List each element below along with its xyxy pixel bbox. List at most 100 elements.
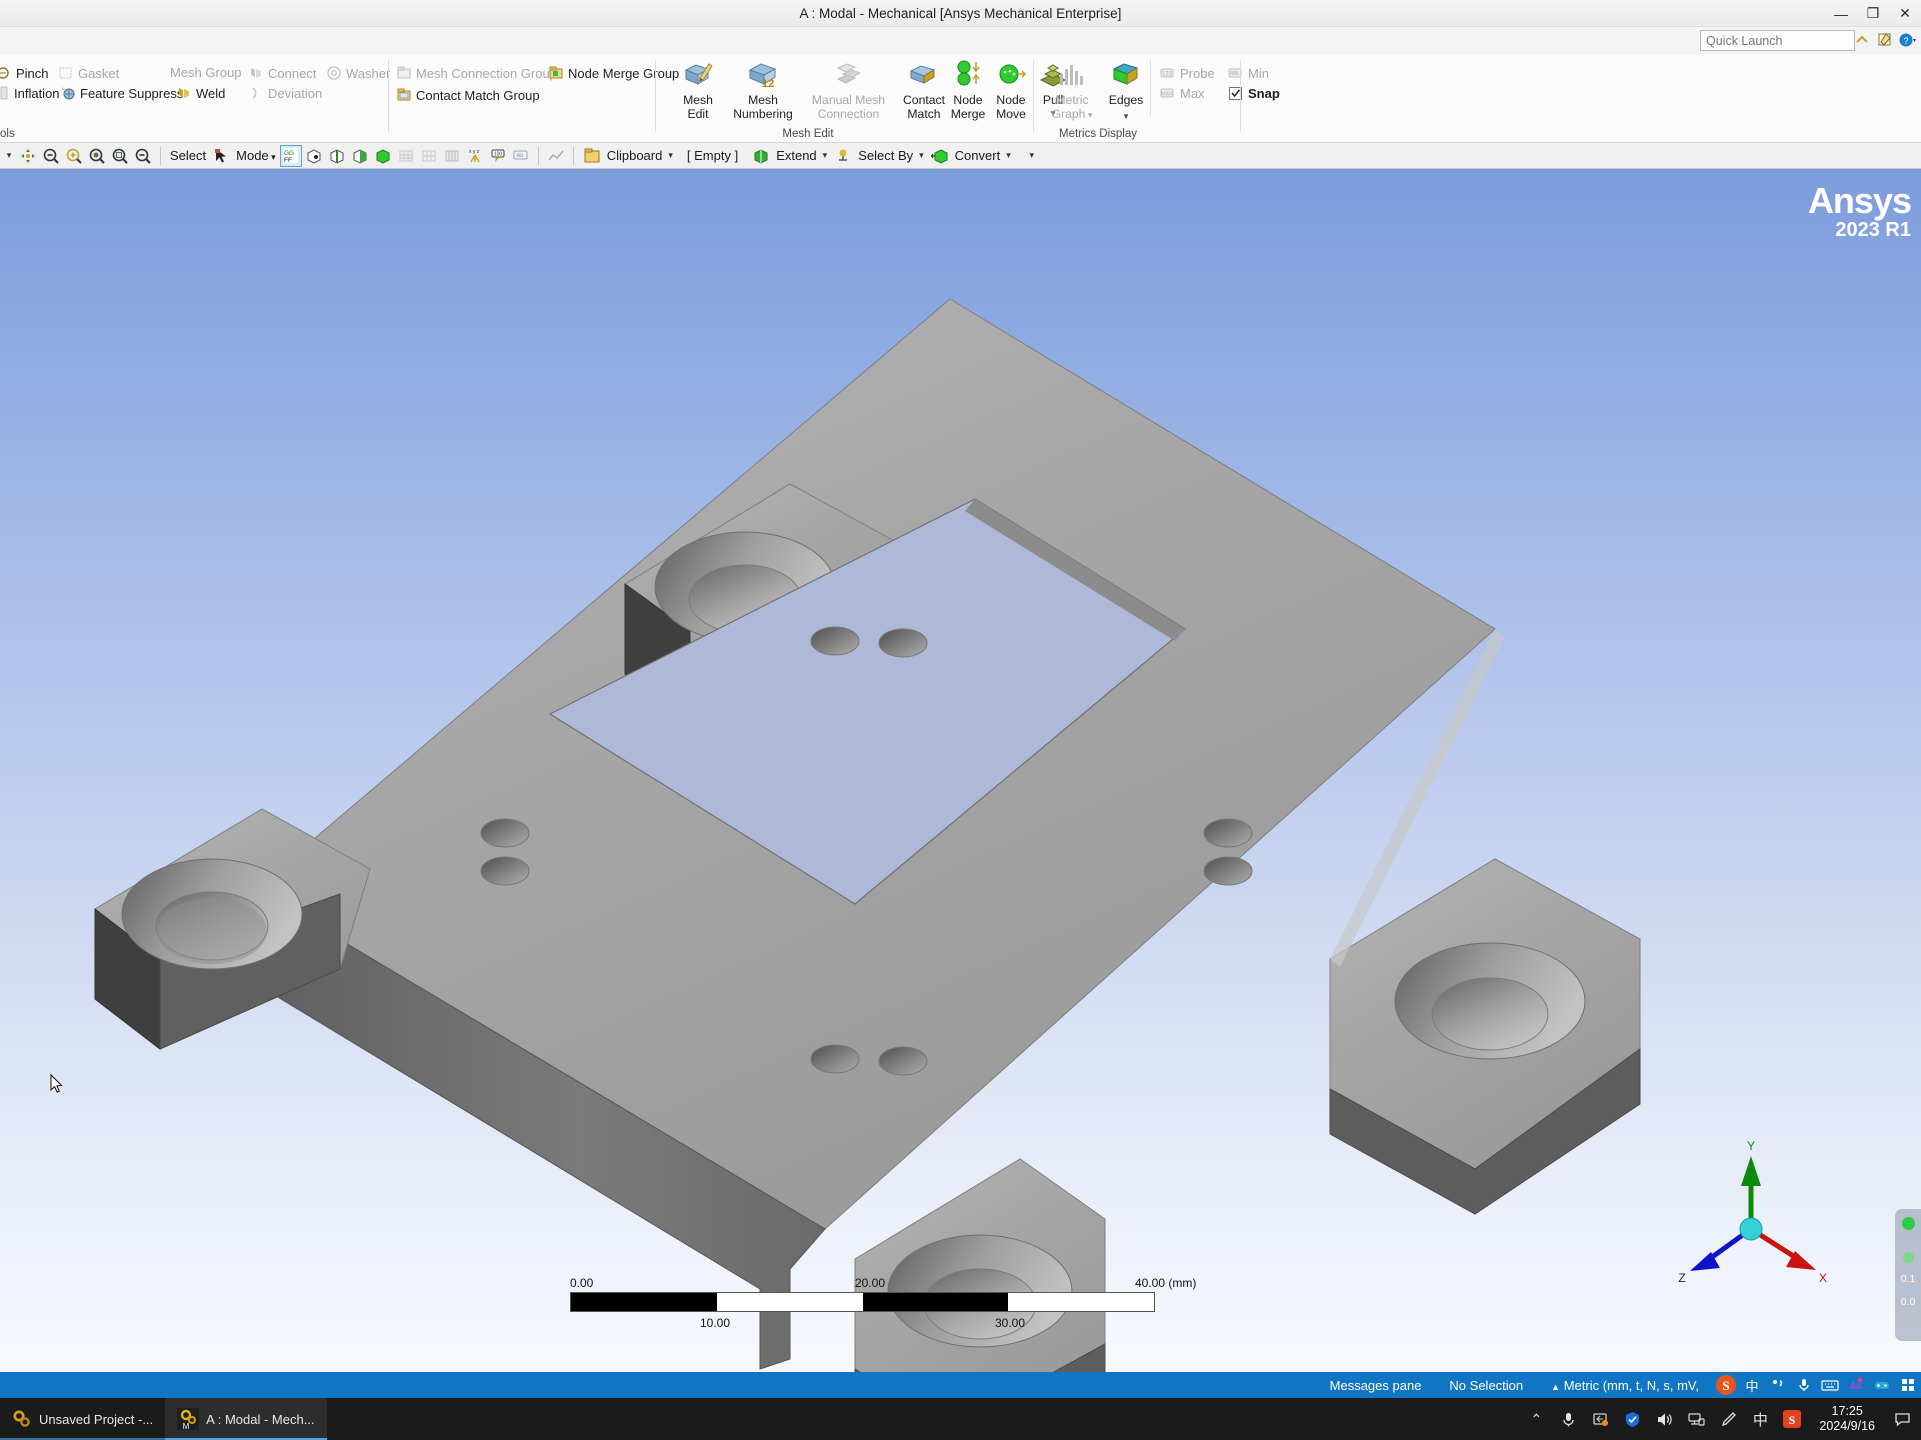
action-center-icon[interactable] xyxy=(1887,1398,1917,1440)
ribbon-group-label-mesh-edit: Mesh Edit xyxy=(782,128,834,140)
svg-text:S: S xyxy=(1722,1378,1729,1393)
ribbon-cmd-edges[interactable]: Edges ▾ xyxy=(1096,58,1156,122)
ribbon-cmd-pinch[interactable]: Pinch xyxy=(0,65,49,81)
edges-dropdown-caret[interactable]: ▾ xyxy=(1124,111,1129,122)
help-icon[interactable]: ? xyxy=(1899,31,1917,49)
pan-icon[interactable] xyxy=(17,145,39,167)
select-mode-icon[interactable] xyxy=(210,145,232,167)
extend-button[interactable]: Extend ▾ xyxy=(749,147,830,165)
network-icon[interactable] xyxy=(1681,1398,1711,1440)
select-label[interactable]: Select xyxy=(167,148,209,163)
mic-icon[interactable] xyxy=(1791,1372,1817,1398)
ribbon-cmd-contact-match-group[interactable]: Contact Match Group xyxy=(396,87,540,103)
scale-label-0: 0.00 xyxy=(570,1276,594,1290)
element-select-icon[interactable] xyxy=(418,145,440,167)
messages-pane-button[interactable]: Messages pane xyxy=(1316,1378,1436,1393)
pen-icon[interactable] xyxy=(1713,1398,1743,1440)
chinese-ime-icon[interactable]: 中 xyxy=(1745,1398,1775,1440)
zoom-in-icon[interactable] xyxy=(63,145,85,167)
clipboard-button[interactable]: Clipboard ▾ xyxy=(580,147,676,165)
shield-icon[interactable] xyxy=(1617,1398,1647,1440)
ribbon-group-metrics-display: Metric Graph ▾ Edges ▾ 123 Probe Min MAX … xyxy=(1038,54,1280,143)
checkbox-checked-icon xyxy=(1229,87,1242,100)
network-speed-widget[interactable]: 0.1 K/s 0.0 xyxy=(1895,1209,1921,1341)
chart-icon[interactable] xyxy=(545,145,567,167)
status-bar: Messages pane No Selection ▲ Metric (mm,… xyxy=(0,1372,1921,1398)
mesh-numbering-badge: 12 xyxy=(762,78,774,90)
workbench-icon xyxy=(13,1410,30,1427)
network-status-dot-secondary xyxy=(1902,1252,1914,1263)
ribbon-cmd-inflation[interactable]: Inflation xyxy=(0,85,60,101)
emoji-icon[interactable] xyxy=(1843,1372,1869,1398)
taskbar-clock[interactable]: 17:25 2024/9/16 xyxy=(1809,1404,1885,1434)
scale-label-40: 40.00 (mm) xyxy=(1135,1276,1197,1290)
axis-triad[interactable]: Y X Z xyxy=(1666,1134,1836,1304)
gamepad-icon[interactable] xyxy=(1869,1372,1895,1398)
note-icon[interactable] xyxy=(1876,31,1894,49)
ribbon-cmd-connect: Connect xyxy=(248,65,316,81)
label: Mesh Connection Group xyxy=(416,65,557,81)
zoom-to-fit-icon[interactable] xyxy=(86,145,108,167)
toolbar-overflow-caret[interactable]: ▾ xyxy=(2,145,16,167)
apps-icon[interactable] xyxy=(1895,1372,1921,1398)
screenshot-icon[interactable] xyxy=(1585,1398,1615,1440)
ribbon-cmd-washer: Washer xyxy=(326,65,390,81)
ribbon-group-label-tools: ols xyxy=(0,128,15,140)
box-zoom-icon[interactable] xyxy=(109,145,131,167)
toolbar-more-caret[interactable]: ▾ xyxy=(1021,145,1043,167)
keyboard-icon[interactable] xyxy=(1817,1372,1843,1398)
view-toolbar: ▾ Select Mode ▾ GG FF x y z 100 Ab Clipb… xyxy=(0,143,1921,169)
label: Deviation xyxy=(268,85,323,101)
vertex-select-icon[interactable] xyxy=(303,145,325,167)
select-by-button[interactable]: Select By ▾ xyxy=(831,147,926,165)
units-status[interactable]: ▲ Metric (mm, t, N, s, mV, xyxy=(1537,1378,1713,1393)
taskbar-item-mechanical[interactable]: M A : Modal - Mech... xyxy=(165,1398,327,1440)
svg-text:S: S xyxy=(1789,1413,1796,1427)
zoom-out-icon[interactable] xyxy=(40,145,62,167)
clipboard-empty-label: [ Empty ] xyxy=(686,148,739,163)
sogou-icon[interactable]: S xyxy=(1713,1372,1739,1398)
restore-button[interactable]: ❐ xyxy=(1857,0,1889,27)
bracket-model[interactable] xyxy=(0,169,1921,1372)
ribbon-cmd-weld[interactable]: Weld xyxy=(176,85,225,101)
taskbar-item-workbench[interactable]: Unsaved Project -... xyxy=(0,1398,166,1440)
label-line2: Edit xyxy=(687,107,709,121)
label-line1: Edges xyxy=(1108,93,1144,107)
chevron-up-icon[interactable] xyxy=(1853,31,1871,49)
tray-chevron-icon[interactable]: ⌃ xyxy=(1521,1398,1551,1440)
ribbon-cmd-feature-suppress[interactable]: Feature Suppress xyxy=(60,85,183,101)
ribbon-toggle-snap[interactable]: Snap xyxy=(1228,85,1280,101)
coordinate-icon[interactable]: x y z xyxy=(464,145,486,167)
label-icon[interactable]: 100 xyxy=(487,145,509,167)
body-select-icon[interactable] xyxy=(372,145,394,167)
annotation-icon[interactable]: Ab xyxy=(510,145,532,167)
face-select-icon[interactable] xyxy=(349,145,371,167)
minimize-button[interactable]: — xyxy=(1825,0,1857,27)
label: Contact Match Group xyxy=(416,87,540,103)
chinese-mode-icon[interactable]: 中 xyxy=(1739,1372,1765,1398)
extend-label: Extend xyxy=(776,148,817,163)
edge-select-icon[interactable] xyxy=(326,145,348,167)
ribbon-toggle-min: Min xyxy=(1228,65,1269,81)
element-face-icon[interactable] xyxy=(441,145,463,167)
ribbon-cmd-gasket: Gasket xyxy=(58,65,119,81)
mode-label[interactable]: Mode ▾ xyxy=(233,148,279,163)
ribbon-cmd-manual-mesh-connection: Manual Mesh Connection xyxy=(806,58,891,121)
node-select-icon[interactable] xyxy=(395,145,417,167)
zoom-reset-icon[interactable] xyxy=(132,145,154,167)
taskbar-label: Unsaved Project -... xyxy=(39,1411,154,1427)
mic-icon[interactable] xyxy=(1553,1398,1583,1440)
quick-launch-input[interactable] xyxy=(1700,30,1855,51)
volume-icon[interactable] xyxy=(1649,1398,1679,1440)
punctuation-icon[interactable] xyxy=(1765,1372,1791,1398)
network-speed-second: 0.0 xyxy=(1900,1296,1916,1308)
close-button[interactable]: ✕ xyxy=(1889,0,1921,27)
select-filter-icon[interactable]: GG FF xyxy=(279,144,302,167)
convert-button[interactable]: Convert ▾ xyxy=(928,147,1014,165)
ribbon-cmd-mesh-numbering[interactable]: 12 Mesh Numbering xyxy=(723,58,803,121)
label-line2: Connection xyxy=(817,107,880,121)
sogou-tray-icon[interactable]: S xyxy=(1777,1398,1807,1440)
ribbon-cmd-mesh-edit[interactable]: Mesh Edit xyxy=(668,58,728,121)
label: Washer xyxy=(346,65,391,81)
graphics-viewport[interactable]: Ansys 2023 R1 0.00 20.00 40.00 (mm) 10.0… xyxy=(0,169,1921,1372)
